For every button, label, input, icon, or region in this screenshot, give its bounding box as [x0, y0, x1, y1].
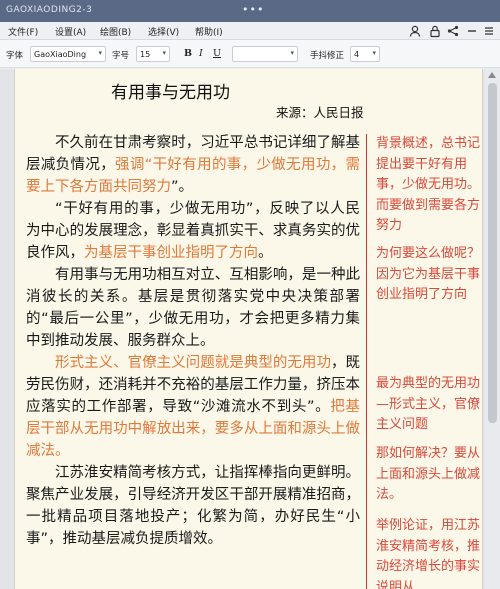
- handwrite-correction-value: 4: [354, 50, 360, 59]
- margin-note: 举例论证，用江苏淮安精简考核，推动经济增长的事实说明从: [376, 518, 481, 589]
- paragraph: 有用事与无用功相互对立、互相影响，是一种此消彼长的关系。基层是贯彻落实党中央决策…: [26, 264, 360, 352]
- paragraph-text: 。: [258, 245, 273, 261]
- format-toolbar: 字体 GaoXiaoDing ▾ 字号 15 ▾ B I U ▾ 手抖修正 4 …: [0, 40, 500, 68]
- italic-button[interactable]: I: [199, 48, 203, 59]
- more-options-icon[interactable]: •••: [242, 3, 264, 16]
- paragraph-text: ”。: [171, 179, 194, 195]
- highlighted-text: 形式主义、官僚主义问题就是典型的无用功: [55, 355, 331, 371]
- user-icon[interactable]: [408, 24, 422, 38]
- document-body[interactable]: 不久前在甘肃考察时，习近平总书记详细了解基层减负情况，强调“干好有用的事，少做无…: [26, 132, 360, 550]
- menu-file[interactable]: 文件(F): [8, 25, 38, 38]
- font-label: 字体: [6, 51, 24, 61]
- title-bar: GAOXIAODING2-3 •••: [0, 0, 500, 22]
- paragraph: 江苏淮安精简考核方式，让指挥棒指向更鲜明。聚焦产业发展，引导经济开发区干部开展精…: [26, 462, 360, 550]
- size-label: 字号: [112, 51, 130, 61]
- menu-select[interactable]: 选择(V): [148, 25, 179, 38]
- handwrite-correction-label: 手抖修正: [310, 51, 345, 61]
- margin-note: 最为典型的无用功—形式主义，官僚主义问题: [376, 376, 481, 432]
- font-select[interactable]: GaoXiaoDing ▾: [30, 46, 106, 62]
- font-select-value: GaoXiaoDing: [34, 50, 87, 59]
- menu-help[interactable]: 帮助(I): [195, 25, 223, 38]
- paragraph: 形式主义、官僚主义问题就是典型的无用功，既劳民伤财，还消耗并不充裕的基层工作力量…: [26, 352, 360, 462]
- chevron-down-icon: ▾: [98, 49, 102, 57]
- lock-icon[interactable]: [428, 24, 442, 38]
- handwrite-correction-select[interactable]: 4 ▾: [350, 46, 380, 62]
- share-icon[interactable]: [446, 24, 460, 38]
- chevron-down-icon: ▾: [162, 49, 166, 57]
- menu-draw[interactable]: 绘图(B): [100, 25, 131, 38]
- paragraph: “干好有用的事，少做无用功”，反映了以人民为中心的发展理念，彰显着真抓实干、求真…: [26, 198, 360, 264]
- margin-note: 那如何解决？要从上面和源头上做减法。: [376, 446, 481, 502]
- paragraph: 不久前在甘肃考察时，习近平总书记详细了解基层减负情况，强调“干好有用的事，少做无…: [26, 132, 360, 198]
- size-select[interactable]: 15 ▾: [136, 46, 170, 62]
- bold-button[interactable]: B: [184, 48, 192, 59]
- menu-settings[interactable]: 设置(A): [55, 25, 86, 38]
- margin-note: 背景概述，总书记提出要干好有用事，少做无用功。而要做到需要各方努力: [376, 136, 481, 233]
- highlighted-text: 为基层干事创业指明了方向: [84, 245, 258, 261]
- menu-bar: 文件(F) 设置(A) 绘图(B) 选择(V) 帮助(I): [0, 22, 500, 40]
- minus-icon[interactable]: [465, 24, 479, 38]
- margin-note: 为何要这么做呢？因为它为基层干事创业指明了方向: [376, 246, 481, 302]
- underline-button[interactable]: U: [213, 48, 221, 59]
- chevron-down-icon: ▾: [372, 49, 376, 57]
- paragraph-text: 有用事与无用功相互对立、互相影响，是一种此消彼长的关系。基层是贯彻落实党中央决策…: [26, 267, 360, 349]
- scrollbar-thumb[interactable]: [488, 83, 497, 423]
- document-source: 来源：人民日报: [276, 105, 364, 120]
- scroll-up-icon[interactable]: [488, 72, 496, 78]
- color-select[interactable]: ▾: [232, 46, 298, 62]
- document-title: 有用事与无用功: [111, 83, 230, 103]
- vertical-scrollbar[interactable]: [485, 69, 500, 589]
- size-select-value: 15: [140, 50, 151, 59]
- margin-divider: [366, 134, 367, 589]
- chevron-down-icon: ▾: [290, 49, 294, 57]
- window-title: GAOXIAODING2-3: [6, 5, 93, 15]
- paragraph-text: 江苏淮安精简考核方式，让指挥棒指向更鲜明。聚焦产业发展，引导经济开发区干部开展精…: [26, 465, 360, 547]
- list-icon[interactable]: [482, 24, 496, 38]
